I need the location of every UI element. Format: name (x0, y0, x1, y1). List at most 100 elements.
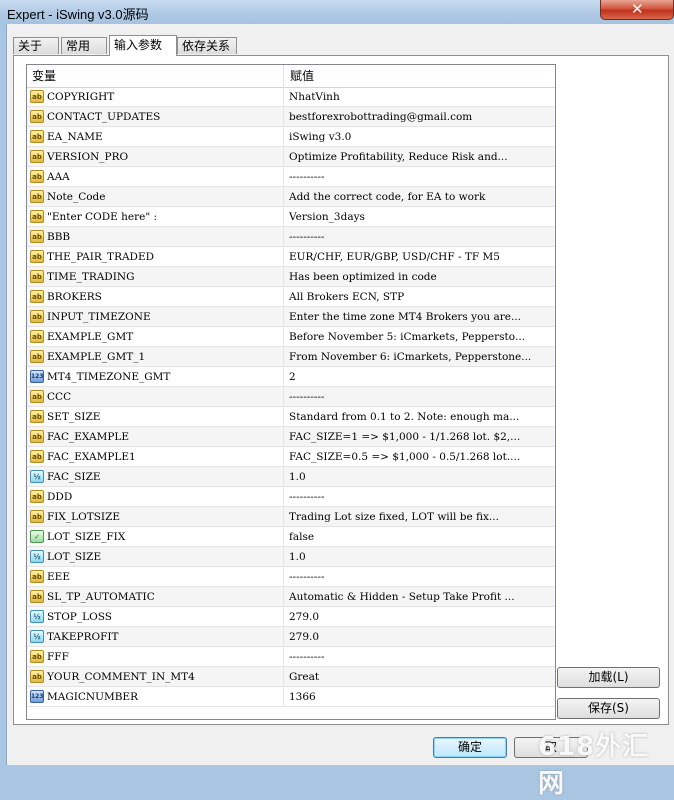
param-value[interactable]: 2 (289, 367, 551, 387)
param-value[interactable]: ---------- (289, 567, 551, 587)
integer-type-icon: 123 (30, 370, 44, 383)
param-value[interactable]: ---------- (289, 487, 551, 507)
param-value[interactable]: Optimize Profitability, Reduce Risk and.… (289, 147, 551, 167)
column-separator (283, 447, 284, 467)
param-row[interactable]: ab EA_NAME iSwing v3.0 (27, 127, 555, 147)
param-value[interactable]: EUR/CHF, EUR/GBP, USD/CHF - TF M5 (289, 247, 551, 267)
param-row[interactable]: ½ STOP_LOSS 279.0 (27, 607, 555, 627)
param-value[interactable]: ---------- (289, 227, 551, 247)
param-row[interactable]: ½ TAKEPROFIT 279.0 (27, 627, 555, 647)
param-row[interactable]: ab SET_SIZE Standard from 0.1 to 2. Note: … (27, 407, 555, 427)
string-type-icon: ab (30, 330, 44, 343)
param-name: TAKEPROFIT (47, 631, 119, 643)
param-value[interactable]: ---------- (289, 167, 551, 187)
param-row[interactable]: ab CONTACT_UPDATES bestforexrobottrading@g… (27, 107, 555, 127)
param-row[interactable]: ✓ LOT_SIZE_FIX false (27, 527, 555, 547)
param-row[interactable]: ab CCC ---------- (27, 387, 555, 407)
param-row[interactable]: ab "Enter CODE here" : Version_3days (27, 207, 555, 227)
param-row[interactable]: ab THE_PAIR_TRADED EUR/CHF, EUR/GBP, USD/C… (27, 247, 555, 267)
param-row[interactable]: ab INPUT_TIMEZONE Enter the time zone MT4 … (27, 307, 555, 327)
column-separator (283, 407, 284, 427)
param-row[interactable]: ab DDD ---------- (27, 487, 555, 507)
string-type-icon: ab (30, 110, 44, 123)
param-value[interactable]: 279.0 (289, 627, 551, 647)
param-row[interactable]: ½ LOT_SIZE 1.0 (27, 547, 555, 567)
column-separator (283, 387, 284, 407)
param-value[interactable]: NhatVinh (289, 87, 551, 107)
param-value[interactable]: iSwing v3.0 (289, 127, 551, 147)
param-value[interactable]: Great (289, 667, 551, 687)
param-value[interactable]: false (289, 527, 551, 547)
param-value[interactable]: All Brokers ECN, STP (289, 287, 551, 307)
param-row[interactable]: ab FFF ---------- (27, 647, 555, 667)
param-value[interactable]: FAC_SIZE=0.5 => $1,000 - 0.5/1.268 lot..… (289, 447, 551, 467)
param-name: COPYRIGHT (47, 91, 115, 103)
param-value[interactable]: Standard from 0.1 to 2. Note: enough ma.… (289, 407, 551, 427)
param-row[interactable]: ab BROKERS All Brokers ECN, STP (27, 287, 555, 307)
tab-inputs[interactable]: 输入参数 (109, 35, 177, 56)
param-value[interactable]: ---------- (289, 387, 551, 407)
double-type-icon: ½ (30, 550, 44, 563)
column-separator (283, 207, 284, 227)
param-row[interactable]: ab VERSION_PRO Optimize Profitability, Red… (27, 147, 555, 167)
save-button[interactable]: 保存(S) (557, 698, 660, 719)
param-value[interactable]: bestforexrobottrading@gmail.com (289, 107, 551, 127)
param-row[interactable]: ½ FAC_SIZE 1.0 (27, 467, 555, 487)
param-value[interactable]: Has been optimized in code (289, 267, 551, 287)
tab-about[interactable]: 关于 (13, 37, 59, 54)
param-value[interactable]: 1.0 (289, 547, 551, 567)
close-button[interactable]: ✕ (600, 0, 674, 20)
param-row[interactable]: ab EXAMPLE_GMT_1 From November 6: iCmarket… (27, 347, 555, 367)
param-row[interactable]: ab EXAMPLE_GMT Before November 5: iCmarket… (27, 327, 555, 347)
string-type-icon: ab (30, 250, 44, 263)
param-name: EXAMPLE_GMT_1 (47, 351, 146, 363)
param-row[interactable]: ab EEE ---------- (27, 567, 555, 587)
param-row[interactable]: ab BBB ---------- (27, 227, 555, 247)
param-value[interactable]: 1366 (289, 687, 551, 707)
param-name: DDD (47, 491, 73, 503)
param-row[interactable]: ab AAA ---------- (27, 167, 555, 187)
param-row[interactable]: 123 MAGICNUMBER 1366 (27, 687, 555, 707)
tab-common[interactable]: 常用 (61, 37, 107, 54)
param-row[interactable]: ab FAC_EXAMPLE1 FAC_SIZE=0.5 => $1,000 - 0… (27, 447, 555, 467)
param-name: THE_PAIR_TRADED (47, 251, 155, 263)
column-separator (283, 347, 284, 367)
param-row[interactable]: ab TIME_TRADING Has been optimized in code (27, 267, 555, 287)
ok-button[interactable]: 确定 (433, 737, 507, 758)
string-type-icon: ab (30, 570, 44, 583)
param-value[interactable]: ---------- (289, 647, 551, 667)
param-name: "Enter CODE here" : (47, 211, 158, 223)
param-value[interactable]: Before November 5: iCmarkets, Pepperstо.… (289, 327, 551, 347)
param-row[interactable]: ab Note_Code Add the correct code, for EA … (27, 187, 555, 207)
param-value[interactable]: Version_3days (289, 207, 551, 227)
column-separator (283, 427, 284, 447)
column-separator (283, 527, 284, 547)
param-row[interactable]: ab YOUR_COMMENT_IN_MT4 Great (27, 667, 555, 687)
string-type-icon: ab (30, 210, 44, 223)
param-row[interactable]: 123 MT4_TIMEZONE_GMT 2 (27, 367, 555, 387)
param-value[interactable]: FAC_SIZE=1 => $1,000 - 1/1.268 lot. $2,.… (289, 427, 551, 447)
param-row[interactable]: ab COPYRIGHT NhatVinh (27, 87, 555, 107)
title-bar: Expert - iSwing v3.0源码 ✕ (0, 0, 674, 24)
param-value[interactable]: 1.0 (289, 467, 551, 487)
header-variable[interactable]: 变量 (27, 65, 56, 87)
column-separator (283, 287, 284, 307)
param-value[interactable]: Add the correct code, for EA to work (289, 187, 551, 207)
param-row[interactable]: ab SL_TP_AUTOMATIC Automatic & Hidden - Se… (27, 587, 555, 607)
window-title: Expert - iSwing v3.0源码 (7, 7, 149, 22)
integer-type-icon: 123 (30, 690, 44, 703)
load-button[interactable]: 加载(L) (557, 667, 660, 688)
param-value[interactable]: From November 6: iCmarkets, Pepperstone.… (289, 347, 551, 367)
param-value[interactable]: Enter the time zone MT4 Brokers you are.… (289, 307, 551, 327)
param-value[interactable]: 279.0 (289, 607, 551, 627)
string-type-icon: ab (30, 170, 44, 183)
tab-dependencies[interactable]: 依存关系 (177, 37, 237, 54)
param-row[interactable]: ab FAC_EXAMPLE FAC_SIZE=1 => $1,000 - 1/1.… (27, 427, 555, 447)
param-row[interactable]: ab FIX_LOTSIZE Trading Lot size fixed, LOT… (27, 507, 555, 527)
param-name: CCC (47, 391, 72, 403)
param-value[interactable]: Automatic & Hidden - Setup Take Profit .… (289, 587, 551, 607)
header-value[interactable]: 赋值 (285, 65, 314, 87)
param-name: FIX_LOTSIZE (47, 511, 121, 523)
string-type-icon: ab (30, 650, 44, 663)
param-value[interactable]: Trading Lot size fixed, LOT will be fix.… (289, 507, 551, 527)
